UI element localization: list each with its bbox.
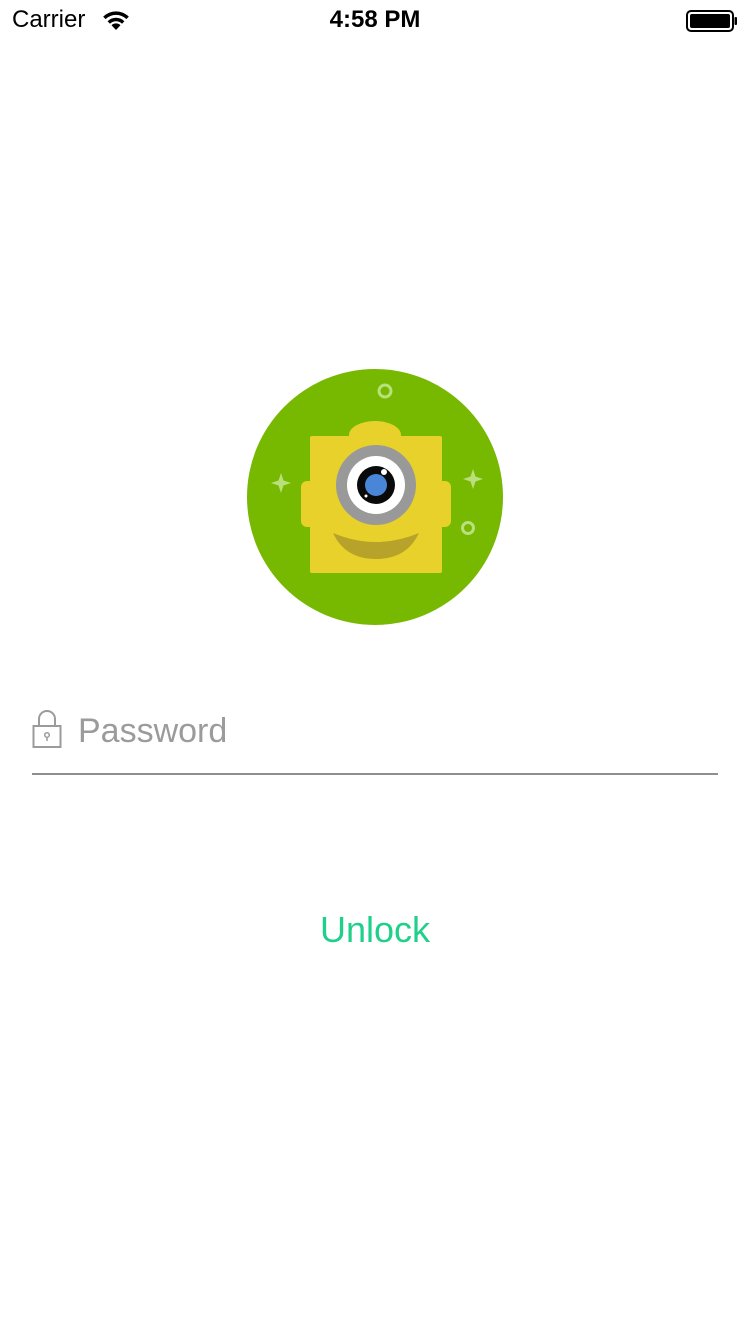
battery-icon [686, 10, 737, 32]
status-bar: Carrier 4:58 PM [0, 0, 750, 40]
unlock-button[interactable]: Unlock [275, 900, 475, 960]
lock-icon [32, 710, 62, 748]
avatar-icon [247, 369, 503, 625]
status-time: 4:58 PM [329, 6, 421, 33]
password-input[interactable] [78, 706, 708, 756]
password-field-row [32, 700, 718, 775]
